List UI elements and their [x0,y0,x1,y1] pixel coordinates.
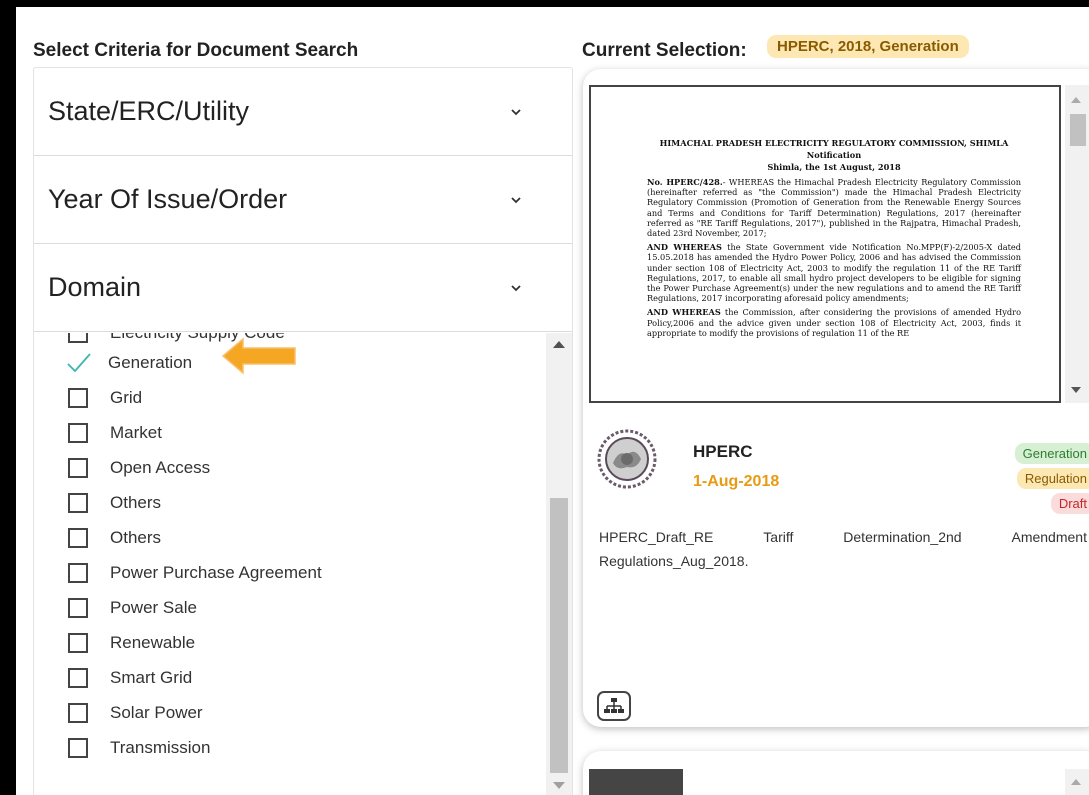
domain-options-list[interactable]: Electricity Supply Code Generation Grid … [34,333,572,795]
option-smart-grid[interactable]: Smart Grid [68,663,192,693]
accordion-label: Year Of Issue/Order [48,184,288,214]
checkbox[interactable] [68,633,88,653]
option-label: Open Access [110,458,211,477]
checkbox[interactable] [68,458,88,478]
org-chart-icon [604,698,624,713]
accordion-label: Domain [48,272,142,302]
tag-badge: Regulation [1016,468,1089,489]
current-selection-title: Current Selection: [582,40,747,61]
option-label: Others [110,528,162,547]
scroll-up-icon[interactable] [1071,779,1081,785]
checkbox[interactable] [68,563,88,583]
option-label: Solar Power [110,703,203,722]
option-label: Grid [110,388,143,407]
criteria-panel: State/ERC/Utility Year Of Issue/Order Do… [33,67,573,795]
preview-paragraph: AND WHEREAS the State Government vide No… [647,242,1022,304]
document-preview-page [683,769,967,795]
option-label: Transmission [110,738,211,757]
option-open-access[interactable]: Open Access [68,453,210,483]
option-label: Power Purchase Agreement [110,563,322,582]
preview-subheading: Notification [806,150,862,160]
option-label: Generation [108,353,193,372]
commission-seal-logo [597,429,657,489]
checkbox[interactable] [68,388,88,408]
checkbox[interactable] [68,668,88,688]
checkbox[interactable] [68,333,88,343]
preview-paragraph: No. HPERC/428.- WHEREAS the Himachal Pra… [647,177,1022,239]
option-label: Power Sale [110,598,197,617]
preview-scrollbar[interactable] [1065,769,1089,795]
chevron-down-icon[interactable] [508,280,524,296]
option-generation[interactable]: Generation [66,348,193,378]
scrollbar[interactable] [546,333,572,795]
checkmark-icon[interactable] [66,352,92,374]
document-description: HPERC_Draft_RE Tariff Determination_2nd … [599,529,1087,569]
option-label: Market [110,423,162,442]
accordion-year-of-issue[interactable]: Year Of Issue/Order [34,156,572,244]
checkbox[interactable] [68,528,88,548]
scroll-down-icon[interactable] [553,782,565,789]
scroll-up-icon[interactable] [553,341,565,348]
issue-date: 1-Aug-2018 [693,473,780,490]
result-card[interactable]: HIMACHAL PRADESH ELECTRICITY REGULATORY … [583,69,1089,727]
option-grid[interactable]: Grid [68,383,142,413]
criteria-title: Select Criteria for Document Search [33,40,359,61]
option-market[interactable]: Market [68,418,162,448]
arrow-left-icon [221,337,296,375]
checkbox[interactable] [68,738,88,758]
chevron-down-icon[interactable] [508,104,524,120]
scroll-down-icon[interactable] [1071,387,1081,393]
option-label: Smart Grid [110,668,193,687]
org-chart-button[interactable] [597,691,631,721]
checkbox[interactable] [68,493,88,513]
preview-paragraph: AND WHEREAS the Commission, after consid… [647,307,1021,338]
option-renewable[interactable]: Renewable [68,628,195,658]
checkbox[interactable] [68,423,88,443]
option-solar-power[interactable]: Solar Power [68,698,203,728]
option-label: Others [110,493,162,512]
scroll-up-icon[interactable] [1071,97,1081,103]
preview-scrollbar[interactable] [1065,85,1089,403]
option-others-2[interactable]: Others [68,523,161,553]
scrollbar-thumb[interactable] [550,498,568,773]
accordion-state-erc-utility[interactable]: State/ERC/Utility [34,68,572,156]
result-card-2[interactable] [583,751,1089,795]
checkbox[interactable] [68,703,88,723]
checkbox[interactable] [68,598,88,618]
option-power-sale[interactable]: Power Sale [68,593,197,623]
tag-badge: Draft [1050,493,1089,514]
chevron-down-icon[interactable] [508,192,524,208]
tag-badge: Generation [1014,443,1089,464]
option-transmission[interactable]: Transmission [68,733,210,763]
preview-heading: HIMACHAL PRADESH ELECTRICITY REGULATORY … [659,138,1009,148]
preview-date-line: Shimla, the 1st August, 2018 [767,162,901,172]
accordion-label: State/ERC/Utility [48,96,250,126]
option-others[interactable]: Others [68,488,161,518]
org-name: HPERC [693,442,753,461]
option-label: Renewable [110,633,196,652]
app-frame: Select Criteria for Document Search Stat… [16,7,1089,795]
document-preview[interactable]: HIMACHAL PRADESH ELECTRICITY REGULATORY … [589,85,1061,403]
scrollbar-thumb[interactable] [1070,114,1086,146]
accordion-domain[interactable]: Domain [34,244,572,332]
option-power-purchase-agreement[interactable]: Power Purchase Agreement [68,558,322,588]
selection-badge: HPERC, 2018, Generation [767,35,969,58]
